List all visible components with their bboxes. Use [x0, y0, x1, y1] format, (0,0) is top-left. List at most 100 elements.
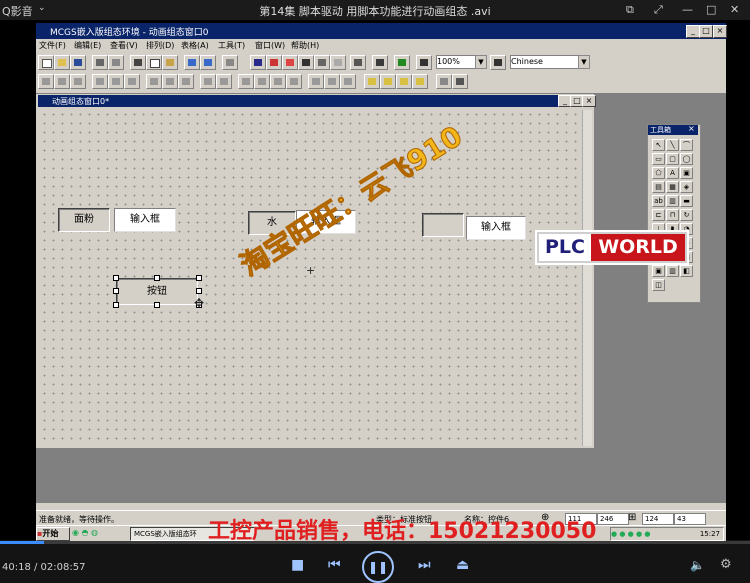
menu-edit[interactable]: 编辑(E) [74, 40, 101, 51]
flip-horizontal-icon[interactable] [238, 74, 254, 89]
roundrect-tool-icon[interactable]: ▢ [666, 153, 679, 165]
app-minimize-button[interactable]: _ [686, 25, 700, 38]
start-button[interactable]: ▪开始 [36, 527, 70, 541]
tray-icons[interactable]: ● ● ● ● ● [611, 530, 650, 538]
resize-handle[interactable] [196, 275, 202, 281]
previous-icon[interactable]: ⏮ [328, 557, 341, 573]
align-top-icon[interactable] [92, 74, 108, 89]
input-box-third[interactable]: 输入框 [466, 216, 526, 240]
toolbox-close-icon[interactable]: × [688, 124, 695, 133]
layer3-icon[interactable] [396, 74, 412, 89]
stop-icon[interactable]: ■ [291, 557, 304, 573]
app-close-button[interactable]: × [713, 25, 727, 38]
line-style-icon[interactable] [314, 55, 330, 70]
palette-icon[interactable] [350, 55, 366, 70]
alarm-tool-icon[interactable]: ▣ [652, 265, 665, 277]
resize-handle[interactable] [113, 275, 119, 281]
next-icon[interactable]: ⏭ [418, 557, 431, 573]
rotate-tool-icon[interactable]: ↻ [680, 209, 693, 221]
redo-icon[interactable] [200, 55, 216, 70]
chart-tool-icon[interactable]: ▤ [652, 181, 665, 193]
zoom-dropdown-icon[interactable]: ▼ [475, 55, 487, 69]
menu-file[interactable]: 文件(F) [39, 40, 66, 51]
camera-tool-icon[interactable]: ◫ [652, 279, 665, 291]
app-maximize-button[interactable]: □ [699, 25, 713, 38]
pin-icon[interactable]: ⧉ [626, 3, 634, 17]
same-size-icon[interactable] [178, 74, 194, 89]
menu-tools[interactable]: 工具(T) [218, 40, 245, 51]
resize-handle[interactable] [196, 288, 202, 294]
open-file-icon[interactable]: ⏏ [456, 557, 469, 573]
ellipse-tool-icon[interactable]: ◯ [680, 153, 693, 165]
align-icon[interactable] [250, 55, 266, 70]
same-height-icon[interactable] [162, 74, 178, 89]
resize-handle[interactable] [154, 302, 160, 308]
menu-arrange[interactable]: 排列(D) [146, 40, 174, 51]
save-icon[interactable] [70, 55, 86, 70]
settings-icon[interactable]: ⚙ [720, 557, 732, 572]
menu-table[interactable]: 表格(A) [181, 40, 209, 51]
copy-icon[interactable] [146, 55, 162, 70]
polygon-tool-icon[interactable]: ⬠ [652, 167, 665, 179]
label-third[interactable] [422, 213, 464, 237]
flip-vertical-icon[interactable] [254, 74, 270, 89]
close-icon[interactable]: ✕ [730, 3, 739, 16]
group-icon[interactable] [222, 55, 238, 70]
child-close-button[interactable]: × [582, 95, 596, 107]
same-width-icon[interactable] [146, 74, 162, 89]
run-icon[interactable] [394, 55, 410, 70]
snap-grid-icon[interactable] [452, 74, 468, 89]
lock-layer-icon[interactable] [436, 74, 452, 89]
text-tool-icon[interactable]: A [666, 167, 679, 179]
align-center-icon[interactable] [54, 74, 70, 89]
rect-tool-icon[interactable]: ▭ [652, 153, 665, 165]
undo-icon[interactable] [184, 55, 200, 70]
lock-icon[interactable] [340, 74, 356, 89]
input-box-flour[interactable]: 输入框 [114, 208, 176, 232]
menu-view[interactable]: 查看(V) [110, 40, 138, 51]
design-canvas[interactable]: 面粉 输入框 水 输入框 输入框 按钮 ✥ + [40, 110, 580, 442]
input-tool-icon[interactable]: ▥ [666, 195, 679, 207]
switch-tool-icon[interactable]: ⊓ [666, 209, 679, 221]
cut-icon[interactable] [130, 55, 146, 70]
paste-icon[interactable] [162, 55, 178, 70]
component-tool-icon[interactable]: ◈ [680, 181, 693, 193]
align-middle-icon[interactable] [108, 74, 124, 89]
maximize-icon[interactable]: □ [706, 3, 716, 16]
align-left-icon[interactable] [38, 74, 54, 89]
pointer-tool-icon[interactable]: ↖ [652, 139, 665, 151]
rotate-right-icon[interactable] [286, 74, 302, 89]
menu-window[interactable]: 窗口(W) [255, 40, 285, 51]
pause-button[interactable]: ❚❚ [362, 551, 394, 583]
align-right-icon[interactable] [70, 74, 86, 89]
bring-front-icon[interactable] [308, 74, 324, 89]
new-file-icon[interactable] [38, 55, 54, 70]
properties-icon[interactable] [372, 55, 388, 70]
label-tool-icon[interactable]: ab [652, 195, 665, 207]
line-tool-icon[interactable]: ╲ [666, 139, 679, 151]
ime-icon[interactable] [490, 55, 506, 70]
quick-launch-icons[interactable]: ◉ ◓ ◍ [72, 528, 122, 539]
language-dropdown-icon[interactable]: ▼ [578, 55, 590, 69]
rotate-left-icon[interactable] [270, 74, 286, 89]
clock-tool-icon[interactable]: ◧ [680, 265, 693, 277]
vertical-scrollbar[interactable] [582, 110, 592, 446]
fullscreen-icon[interactable]: ⤢ [654, 3, 663, 17]
image-tool-icon[interactable]: ▣ [680, 167, 693, 179]
layer2-icon[interactable] [380, 74, 396, 89]
resize-handle[interactable] [113, 302, 119, 308]
resize-handle[interactable] [154, 275, 160, 281]
trend-tool-icon[interactable]: ▥ [666, 265, 679, 277]
open-folder-icon[interactable] [54, 55, 70, 70]
minimize-icon[interactable]: — [682, 3, 693, 16]
fill-color-icon[interactable] [282, 55, 298, 70]
grid-icon[interactable] [330, 55, 346, 70]
print-icon[interactable] [92, 55, 108, 70]
button-control[interactable]: 按钮 [116, 278, 198, 305]
button-tool-icon[interactable]: ▬ [680, 195, 693, 207]
font-icon[interactable] [266, 55, 282, 70]
resize-handle[interactable] [113, 288, 119, 294]
standard-button-tool-icon[interactable]: ⊏ [652, 209, 665, 221]
bitmap-tool-icon[interactable]: ▦ [666, 181, 679, 193]
preview-icon[interactable] [108, 55, 124, 70]
